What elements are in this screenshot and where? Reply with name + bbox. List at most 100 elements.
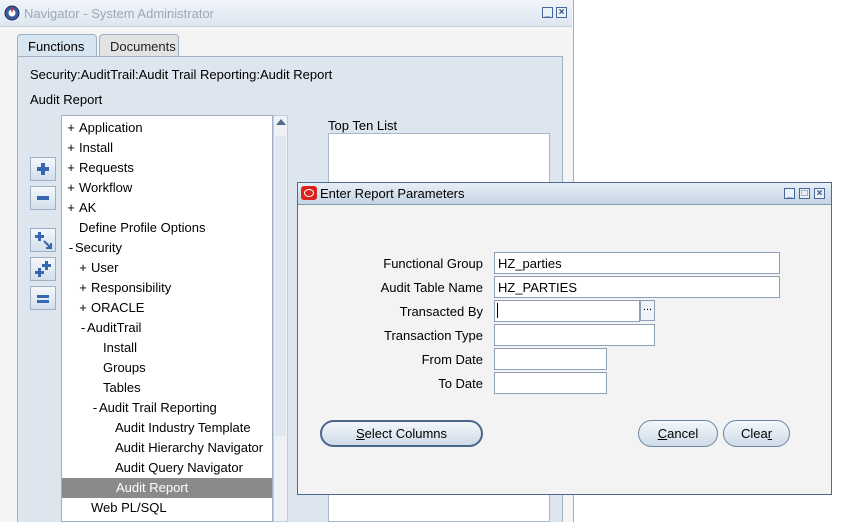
tree-node-label: User [91, 260, 119, 275]
functional-group-label: Functional Group [383, 256, 483, 271]
transacted-by-field[interactable] [494, 300, 640, 322]
expand-node-icon[interactable]: + [65, 198, 77, 218]
expand-branch-button[interactable] [30, 228, 56, 252]
clear-button[interactable]: Clear [723, 420, 790, 447]
collapse-icon [37, 196, 49, 200]
text-cursor [497, 303, 498, 318]
expand-node-icon[interactable]: + [65, 138, 77, 158]
tree-node-label: AuditTrail [87, 320, 142, 335]
tree-node[interactable]: + ORACLE [62, 298, 272, 318]
clear-mnemonic: r [767, 426, 773, 441]
tree-node[interactable]: Install [62, 338, 272, 358]
tree-node-label: Audit Report [116, 480, 189, 495]
tree-node[interactable]: Groups [62, 358, 272, 378]
tree-node[interactable]: Tables [62, 378, 272, 398]
oracle-app-icon [4, 5, 20, 21]
tree-node-label: Install [79, 140, 113, 155]
to-date-field[interactable] [494, 372, 607, 394]
top-ten-label: Top Ten List [328, 118, 398, 133]
audit-table-name-label: Audit Table Name [380, 280, 483, 295]
tree-node[interactable]: Web PL/SQL [62, 498, 272, 518]
to-date-label: To Date [438, 376, 483, 391]
tree-node-label: ORACLE [91, 300, 145, 315]
collapse-all-icon [37, 295, 49, 303]
tree-node-label: Define Profile Options [79, 220, 206, 235]
expand-node-icon[interactable]: + [77, 258, 89, 278]
tree-node-label: Audit Query Navigator [115, 460, 243, 475]
dialog-titlebar[interactable]: Enter Report Parameters _ □ × [298, 183, 831, 205]
audit-table-name-field[interactable] [494, 276, 780, 298]
expand-icon [37, 163, 49, 175]
tree-node-label: AK [79, 200, 97, 215]
collapse-button[interactable] [30, 186, 56, 210]
tree-node-label: Audit Industry Template [115, 420, 251, 435]
function-tree[interactable]: + Application + Install + Requests + Workflow + A… [61, 115, 273, 522]
tab-functions[interactable]: Functions [17, 34, 97, 56]
functional-group-field[interactable] [494, 252, 780, 274]
collapse-all-button[interactable] [30, 286, 56, 310]
tree-node[interactable]: Define Profile Options [62, 218, 272, 238]
breadcrumb: Security:AuditTrail:Audit Trail Reportin… [30, 67, 333, 82]
select-columns-label: elect Columns [364, 426, 448, 441]
tree-scrollbar[interactable] [273, 115, 288, 522]
expand-node-icon[interactable]: + [65, 158, 77, 178]
list-of-values-button[interactable]: ... [640, 300, 655, 321]
dialog-maximize-icon[interactable]: □ [799, 188, 810, 199]
tree-node-label: Web PL/SQL [91, 500, 167, 515]
tree-node[interactable]: + Workflow [62, 178, 272, 198]
tree-node[interactable]: Audit Query Navigator [62, 458, 272, 478]
tree-node-label: Groups [103, 360, 146, 375]
expand-all-icon [35, 261, 51, 277]
tree-node[interactable]: + Responsibility [62, 278, 272, 298]
transaction-type-label: Transaction Type [384, 328, 483, 343]
expand-button[interactable] [30, 157, 56, 181]
transacted-by-label: Transacted By [399, 304, 483, 319]
close-icon[interactable]: × [556, 7, 567, 18]
dialog-minimize-icon[interactable]: _ [784, 188, 795, 199]
tree-node[interactable]: + AK [62, 198, 272, 218]
tree-node-label: Audit Hierarchy Navigator [115, 440, 264, 455]
tree-node[interactable]: Audit Report [62, 478, 272, 498]
transaction-type-field[interactable] [494, 324, 655, 346]
tree-node-label: Responsibility [91, 280, 172, 295]
minimize-icon[interactable]: _ [542, 7, 553, 18]
tree-node[interactable]: + Install [62, 138, 272, 158]
tree-node[interactable]: + User [62, 258, 272, 278]
tree-node-label: Application [79, 120, 143, 135]
tree-node-label: Security [75, 240, 122, 255]
tree-node-label: Install [103, 340, 137, 355]
tree-node[interactable]: + Requests [62, 158, 272, 178]
tree-node-label: Tables [103, 380, 141, 395]
cancel-mnemonic: C [657, 426, 668, 441]
expand-node-icon[interactable]: + [65, 178, 77, 198]
clear-label: Clea [740, 426, 768, 441]
tree-node-label: Requests [79, 160, 134, 175]
expand-node-icon[interactable]: + [77, 298, 89, 318]
tree-node[interactable]: - AuditTrail [62, 318, 272, 338]
navigator-titlebar[interactable]: Navigator - System Administrator _ × [0, 0, 572, 27]
tab-documents[interactable]: Documents [99, 34, 179, 56]
from-date-field[interactable] [494, 348, 607, 370]
page-title: Audit Report [30, 92, 103, 107]
tree-node[interactable]: - Security [62, 238, 272, 258]
expand-node-icon[interactable]: + [65, 118, 77, 138]
cancel-button[interactable]: Cancel [638, 420, 718, 447]
scroll-up-icon[interactable] [276, 119, 286, 125]
tree-node-label: Workflow [79, 180, 133, 195]
select-columns-button[interactable]: Select Columns [320, 420, 483, 447]
dialog-close-icon[interactable]: × [814, 188, 825, 199]
scroll-thumb[interactable] [275, 136, 286, 436]
tree-node[interactable]: + Application [62, 118, 272, 138]
expand-all-button[interactable] [30, 257, 56, 281]
select-columns-mnemonic: S [355, 426, 365, 441]
tree-node[interactable]: - Audit Trail Reporting [62, 398, 272, 418]
dialog-title: Enter Report Parameters [320, 186, 465, 201]
cancel-label: ancel [667, 426, 699, 441]
tree-node-label: Audit Trail Reporting [99, 400, 217, 415]
tree-node[interactable]: Audit Industry Template [62, 418, 272, 438]
from-date-label: From Date [421, 352, 483, 367]
expand-node-icon[interactable]: + [77, 278, 89, 298]
expand-branch-icon [35, 232, 52, 249]
tree-node[interactable]: Audit Hierarchy Navigator [62, 438, 272, 458]
oracle-logo-icon [301, 186, 317, 200]
